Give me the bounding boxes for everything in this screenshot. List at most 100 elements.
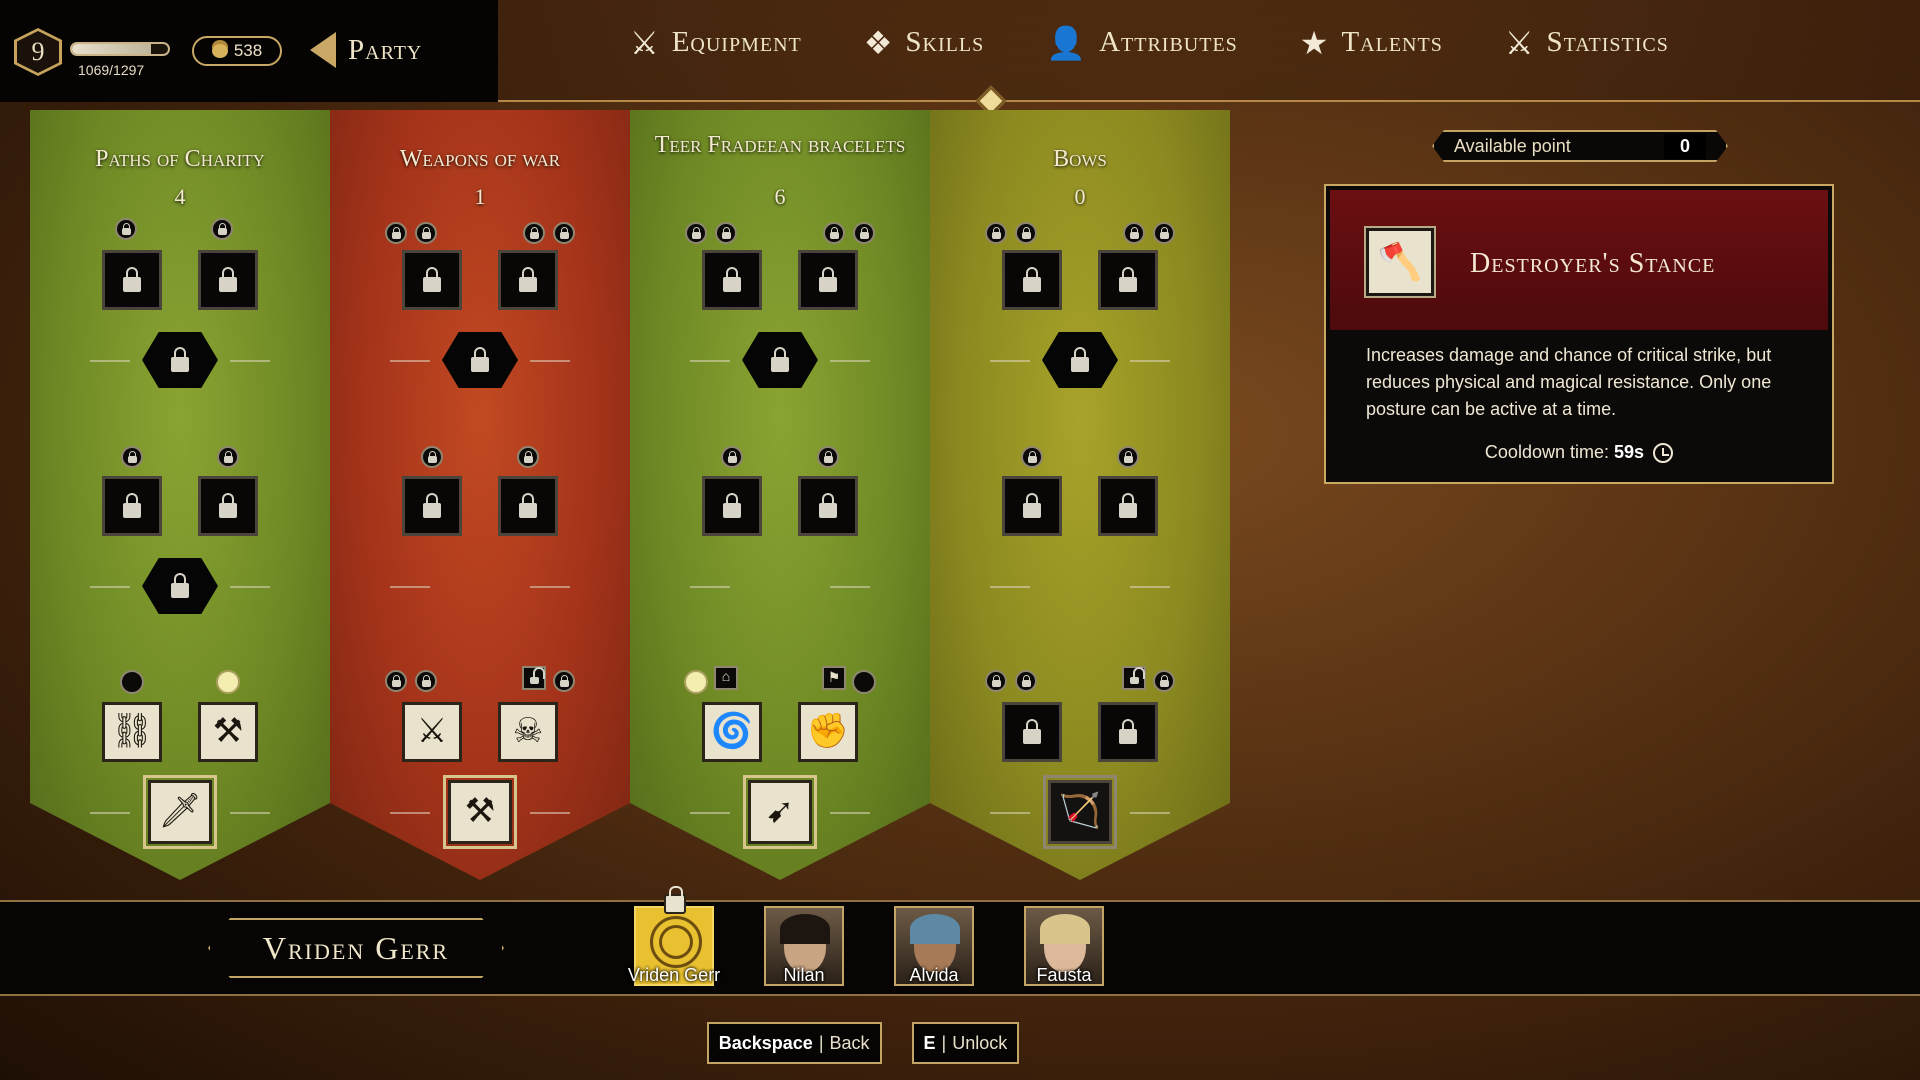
- lock-icon: [721, 226, 731, 239]
- hammer-warrior-icon: ⚒: [212, 713, 244, 750]
- tree-divider: [390, 586, 430, 588]
- tab-talents[interactable]: ★ Talents: [1300, 26, 1443, 59]
- skill-node-locked[interactable]: [1002, 702, 1062, 762]
- skill-node-locked[interactable]: [702, 250, 762, 310]
- capstone-skill-weapons[interactable]: ⚒: [443, 775, 517, 849]
- tree-divider: [830, 586, 870, 588]
- tree-divider: [230, 586, 270, 588]
- skill-node-locked[interactable]: [798, 250, 858, 310]
- lock-icon: [171, 572, 189, 598]
- skill-node-whirlwind[interactable]: 🌀: [702, 702, 762, 762]
- prerequisite-lock: [523, 222, 545, 244]
- capstone-skill-archer[interactable]: 🏹: [1043, 775, 1117, 849]
- tree-divider: [90, 586, 130, 588]
- level-value: 9: [17, 31, 59, 73]
- selected-character-name: Vriden Gerr: [208, 918, 504, 978]
- portrait-nilan[interactable]: Nilan: [764, 906, 844, 986]
- prerequisite-lock: [415, 222, 437, 244]
- skill-node-charge[interactable]: ⚔: [402, 702, 462, 762]
- cage-icon: ⛓: [110, 713, 154, 750]
- lock-icon: [691, 226, 701, 239]
- portrait-name: Alvida: [909, 965, 959, 985]
- party-button[interactable]: Party: [310, 32, 422, 68]
- portrait-vriden-gerr[interactable]: Vriden Gerr: [628, 886, 720, 986]
- prerequisite-lock: [121, 446, 143, 468]
- skill-node-locked[interactable]: [1002, 250, 1062, 310]
- clock-icon: [1653, 443, 1674, 464]
- tree-divider: [1130, 360, 1170, 362]
- prerequisite-lock: [385, 670, 407, 692]
- tab-skills[interactable]: ❖ Skills: [864, 26, 984, 59]
- skill-node-cage[interactable]: ⛓: [102, 702, 162, 762]
- prerequisite-lock: [1015, 222, 1037, 244]
- lock-icon: [427, 450, 437, 463]
- main-nav: ⚔ Equipment ❖ Skills 👤 Attributes ★ Tale…: [630, 26, 1669, 59]
- unlock-button[interactable]: E | Unlock: [911, 1022, 1020, 1064]
- prerequisite-lock: [217, 446, 239, 468]
- skill-node-fists[interactable]: ✊: [798, 702, 858, 762]
- person-icon: 👤: [1046, 24, 1088, 61]
- skill-node-locked[interactable]: [102, 250, 162, 310]
- coins-icon: [211, 44, 228, 58]
- lock-icon: [121, 222, 131, 235]
- tab-equipment[interactable]: ⚔ Equipment: [630, 26, 802, 59]
- skill-detail-panel: 🪓 Destroyer's Stance Increases damage an…: [1324, 184, 1834, 484]
- skill-node-locked[interactable]: [1098, 702, 1158, 762]
- tree-divider: [690, 812, 730, 814]
- separator: |: [941, 1032, 947, 1053]
- lock-icon: [421, 674, 431, 687]
- lock-icon: [1119, 266, 1137, 292]
- prerequisite-lock: [1153, 222, 1175, 244]
- skill-tree-4: [930, 110, 1230, 880]
- portrait-name: Nilan: [783, 965, 825, 985]
- prerequisite-lock: [985, 222, 1007, 244]
- lock-icon: [127, 450, 137, 463]
- skill-node-locked[interactable]: [402, 250, 462, 310]
- portrait-name: Vriden Gerr: [627, 965, 721, 985]
- gold-value: 538: [233, 41, 263, 60]
- tree-divider: [1130, 812, 1170, 814]
- destroyer-stance-icon: 🪓: [1364, 226, 1436, 298]
- skill-node-locked[interactable]: [198, 476, 258, 536]
- tree-divider: [530, 812, 570, 814]
- lock-icon: [1119, 492, 1137, 518]
- tree-divider: [390, 812, 430, 814]
- capstone-skill-dodge[interactable]: ➹: [743, 775, 817, 849]
- prerequisite-lock: [517, 446, 539, 468]
- portrait-name: Fausta: [1036, 965, 1092, 985]
- tree-points: 6: [774, 184, 786, 209]
- portrait-fausta[interactable]: Fausta: [1024, 906, 1104, 986]
- lock-icon: [1027, 450, 1037, 463]
- tree-divider: [90, 812, 130, 814]
- key-hint: Backspace: [718, 1032, 813, 1053]
- back-button[interactable]: Backspace | Back: [706, 1022, 882, 1064]
- lock-icon: [1023, 492, 1041, 518]
- capstone-skill-warrior-strike[interactable]: 🗡: [143, 775, 217, 849]
- skill-node-locked[interactable]: [498, 476, 558, 536]
- skill-node-locked[interactable]: [702, 476, 762, 536]
- skill-node-locked[interactable]: [1098, 476, 1158, 536]
- tree-divider: [990, 360, 1030, 362]
- reaper-icon: ☠: [512, 713, 544, 750]
- lock-icon: [1023, 718, 1041, 744]
- prerequisite-lock: [685, 222, 707, 244]
- skill-node-locked[interactable]: [798, 476, 858, 536]
- skill-node-locked[interactable]: [402, 476, 462, 536]
- skill-node-hammer-warrior[interactable]: ⚒: [198, 702, 258, 762]
- lock-icon: [219, 492, 237, 518]
- lock-icon: [991, 674, 1001, 687]
- prerequisite-dot: [852, 670, 876, 694]
- lock-icon: [559, 226, 569, 239]
- player-status: 9 1069/1297 538 Party: [0, 0, 498, 102]
- skill-node-reaper[interactable]: ☠: [498, 702, 558, 762]
- portrait-alvida[interactable]: Alvida: [894, 906, 974, 986]
- skill-node-locked[interactable]: [498, 250, 558, 310]
- tab-attributes[interactable]: 👤 Attributes: [1046, 26, 1238, 59]
- tab-statistics[interactable]: ⚔ Statistics: [1505, 26, 1669, 59]
- skill-node-locked[interactable]: [102, 476, 162, 536]
- prerequisite-lock: [1122, 666, 1146, 690]
- skill-node-locked[interactable]: [1002, 476, 1062, 536]
- skill-node-locked[interactable]: [198, 250, 258, 310]
- tree-divider: [690, 360, 730, 362]
- skill-node-locked[interactable]: [1098, 250, 1158, 310]
